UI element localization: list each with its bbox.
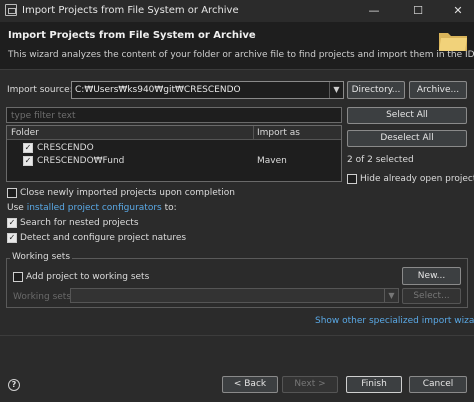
add-to-working-sets-label[interactable]: Add project to working sets: [26, 272, 149, 282]
row-import-as: Maven: [257, 156, 287, 166]
use-configurators-text: Use installed project configurators to:: [7, 203, 177, 213]
window-icon: [5, 4, 17, 16]
use-prefix: Use: [7, 203, 27, 213]
working-sets-label: Working sets:: [13, 292, 75, 302]
table-header: Folder Import as: [7, 126, 341, 140]
chevron-down-icon[interactable]: ▼: [384, 289, 398, 302]
filter-placeholder: type filter text: [11, 111, 76, 121]
working-sets-combo[interactable]: ▼: [70, 288, 399, 303]
column-folder[interactable]: Folder: [11, 128, 39, 138]
folder-icon: [439, 33, 467, 51]
use-suffix: to:: [161, 203, 177, 213]
directory-button[interactable]: Directory...: [347, 81, 405, 99]
show-other-wizards-link[interactable]: Show other specialized import wizards: [315, 316, 474, 326]
column-divider: [253, 126, 254, 140]
close-imported-checkbox[interactable]: [7, 188, 17, 198]
window-title: Import Projects from File System or Arch…: [22, 5, 239, 16]
finish-button[interactable]: Finish: [346, 376, 402, 393]
next-button[interactable]: Next >: [282, 376, 338, 393]
row-checkbox[interactable]: ✓: [23, 156, 33, 166]
search-nested-label[interactable]: Search for nested projects: [20, 218, 139, 228]
chevron-down-icon[interactable]: ▼: [329, 82, 343, 98]
hide-open-checkbox[interactable]: [347, 174, 357, 184]
installed-configurators-link[interactable]: installed project configurators: [27, 203, 162, 213]
detect-configure-label[interactable]: Detect and configure project natures: [20, 233, 186, 243]
row-checkbox[interactable]: ✓: [23, 143, 33, 153]
column-import-as[interactable]: Import as: [257, 128, 300, 138]
title-bar: Import Projects from File System or Arch…: [0, 0, 474, 22]
back-button[interactable]: < Back: [222, 376, 278, 393]
select-working-set-button[interactable]: Select...: [402, 288, 461, 304]
deselect-all-button[interactable]: Deselect All: [347, 130, 467, 147]
maximize-button[interactable]: ☐: [404, 2, 432, 20]
add-to-working-sets-checkbox[interactable]: [13, 272, 23, 282]
footer-separator: [0, 335, 474, 336]
filter-input[interactable]: type filter text: [6, 107, 342, 123]
import-source-label: Import source:: [7, 85, 73, 95]
import-source-combo[interactable]: C:₩Users₩ks940₩git₩CRESCENDO ▼: [71, 81, 344, 99]
cancel-button[interactable]: Cancel: [409, 376, 467, 393]
search-nested-checkbox[interactable]: ✓: [7, 218, 17, 228]
close-button[interactable]: ✕: [444, 2, 472, 20]
selected-count: 2 of 2 selected: [347, 155, 414, 165]
import-source-value: C:₩Users₩ks940₩git₩CRESCENDO: [75, 85, 241, 95]
wizard-description: This wizard analyzes the content of your…: [8, 50, 474, 60]
table-row[interactable]: ✓ CRESCENDO₩Fund Maven: [7, 155, 341, 167]
wizard-header: Import Projects from File System or Arch…: [0, 22, 474, 70]
working-sets-group-label: Working sets: [10, 252, 73, 262]
projects-table: Folder Import as ✓ CRESCENDO ✓ CRESCENDO…: [6, 125, 342, 182]
hide-open-label[interactable]: Hide already open projects: [360, 174, 474, 184]
close-imported-label[interactable]: Close newly imported projects upon compl…: [20, 188, 235, 198]
wizard-title: Import Projects from File System or Arch…: [8, 30, 256, 41]
row-folder: CRESCENDO₩Fund: [37, 156, 125, 166]
new-working-set-button[interactable]: New...: [402, 267, 461, 285]
help-icon[interactable]: ?: [8, 379, 20, 391]
detect-configure-checkbox[interactable]: ✓: [7, 233, 17, 243]
minimize-button[interactable]: —: [360, 2, 388, 20]
row-folder: CRESCENDO: [37, 143, 94, 153]
table-row[interactable]: ✓ CRESCENDO: [7, 142, 341, 154]
select-all-button[interactable]: Select All: [347, 107, 467, 124]
archive-button[interactable]: Archive...: [409, 81, 467, 99]
